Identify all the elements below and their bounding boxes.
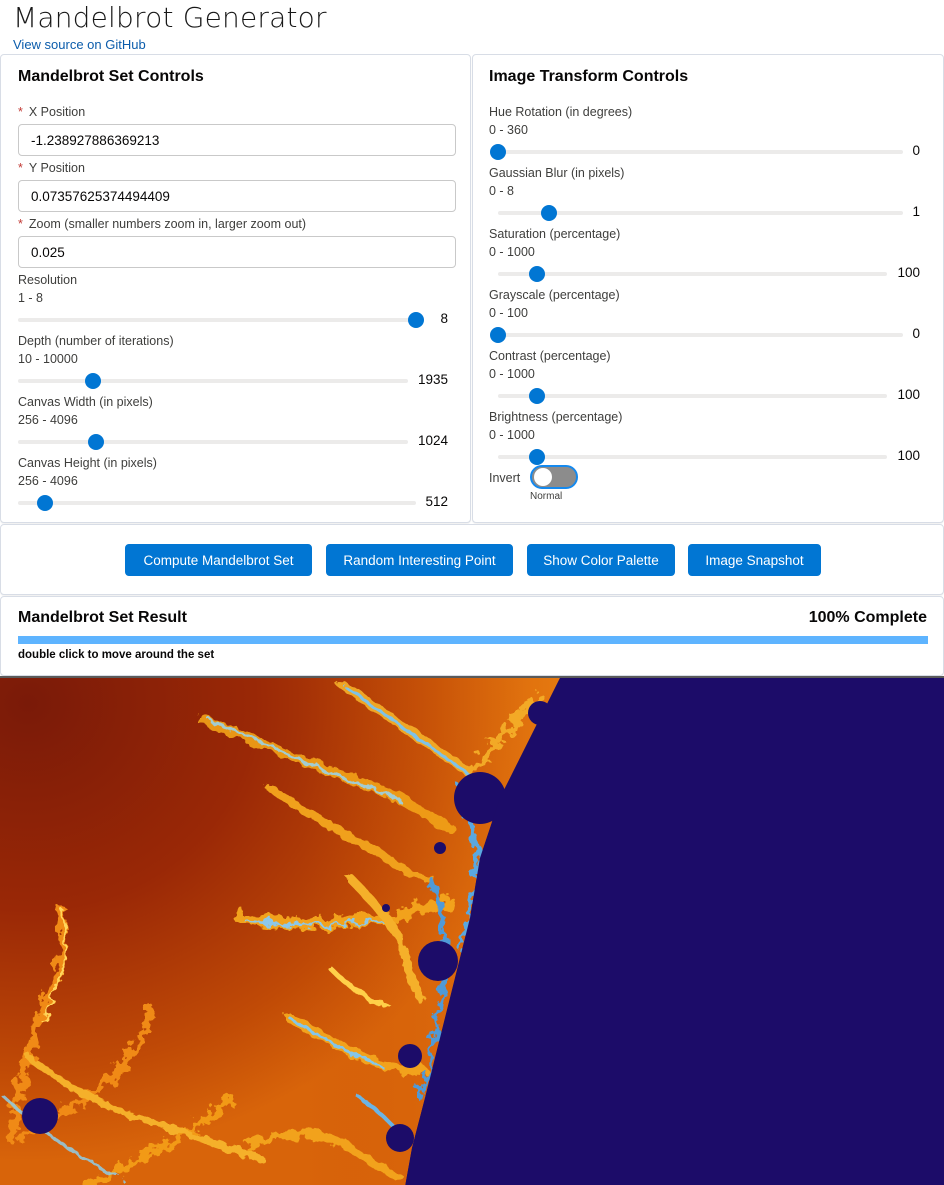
depth-slider-thumb[interactable] (85, 373, 102, 389)
zoom-label: * Zoom (smaller numbers zoom in, larger z… (18, 217, 307, 231)
contrast-range: 0 - 1000 (489, 367, 535, 381)
brightness-range: 0 - 1000 (489, 428, 535, 442)
canvas-width-value: 1024 (417, 433, 448, 448)
zoom-input[interactable] (18, 236, 456, 268)
contrast-value: 100 (897, 387, 920, 402)
actions-card: Compute Mandelbrot Set Random Interestin… (0, 524, 944, 595)
required-marker: * (18, 161, 23, 175)
grayscale-range: 0 - 100 (489, 306, 528, 320)
brightness-label: Brightness (percentage) (489, 410, 623, 424)
invert-label: Invert (489, 471, 521, 485)
card-title: Mandelbrot Set Controls (18, 68, 204, 85)
y-position-label: * Y Position (18, 161, 85, 175)
resolution-value: 8 (440, 311, 448, 326)
depth-value: 1935 (417, 372, 448, 387)
depth-slider[interactable] (18, 373, 408, 389)
progress-bar (18, 636, 928, 644)
progress-bar-fill (18, 636, 928, 644)
brightness-value: 100 (897, 448, 920, 463)
gaussian-blur-slider[interactable] (498, 205, 903, 221)
brightness-slider-thumb[interactable] (528, 449, 545, 465)
canvas-height-slider-thumb[interactable] (36, 495, 53, 511)
x-position-label: * X Position (18, 105, 86, 119)
random-point-button[interactable]: Random Interesting Point (326, 544, 513, 576)
result-title: Mandelbrot Set Result (18, 609, 187, 626)
saturation-label: Saturation (percentage) (489, 227, 621, 241)
saturation-value: 100 (897, 265, 920, 280)
hue-rotation-slider-thumb[interactable] (490, 144, 506, 160)
image-snapshot-button[interactable]: Image Snapshot (688, 544, 821, 576)
hue-rotation-slider[interactable] (490, 144, 903, 160)
hue-rotation-range: 0 - 360 (489, 123, 528, 137)
canvas-height-value: 512 (425, 494, 448, 509)
hue-rotation-value: 0 (912, 143, 920, 158)
card-title: Image Transform Controls (489, 68, 689, 85)
depth-label: Depth (number of iterations) (18, 334, 174, 348)
mandelbrot-set-controls-card: Mandelbrot Set Controls *X Position *Y P… (0, 54, 471, 523)
canvas-height-label: Canvas Height (in pixels) (18, 456, 157, 470)
contrast-slider[interactable] (498, 388, 887, 404)
app-title: Mandelbrot Generator (13, 1, 327, 34)
show-color-palette-button[interactable]: Show Color Palette (527, 544, 675, 576)
github-source-link[interactable]: View source on GitHub (13, 37, 146, 52)
canvas-width-slider[interactable] (18, 434, 408, 450)
resolution-range: 1 - 8 (18, 291, 44, 305)
canvas-height-range: 256 - 4096 (18, 474, 78, 488)
grayscale-slider-thumb[interactable] (490, 327, 506, 343)
contrast-label: Contrast (percentage) (489, 349, 611, 363)
contrast-slider-thumb[interactable] (528, 388, 545, 404)
progress-status: 100% Complete (808, 609, 927, 626)
x-position-input[interactable] (18, 124, 456, 156)
saturation-slider-thumb[interactable] (528, 266, 545, 282)
image-transform-controls-card: Image Transform Controls Hue Rotation (i… (472, 54, 944, 523)
gaussian-blur-value: 1 (912, 204, 920, 219)
grayscale-slider[interactable] (490, 327, 903, 343)
result-card: Mandelbrot Set Result 100% Complete doub… (0, 596, 944, 676)
gaussian-blur-slider-thumb[interactable] (540, 205, 557, 221)
brightness-slider[interactable] (498, 449, 887, 465)
gaussian-blur-label: Gaussian Blur (in pixels) (489, 166, 625, 180)
gaussian-blur-range: 0 - 8 (489, 184, 515, 198)
grayscale-label: Grayscale (percentage) (489, 288, 620, 302)
depth-range: 10 - 10000 (18, 352, 78, 366)
grayscale-value: 0 (912, 326, 920, 341)
canvas-width-label: Canvas Width (in pixels) (18, 395, 153, 409)
mandelbrot-canvas[interactable] (0, 676, 944, 1185)
resolution-slider[interactable] (18, 312, 424, 328)
invert-toggle[interactable] (530, 465, 578, 489)
invert-toggle-knob (534, 468, 552, 486)
saturation-slider[interactable] (498, 266, 887, 282)
hue-rotation-label: Hue Rotation (in degrees) (489, 105, 633, 119)
saturation-range: 0 - 1000 (489, 245, 535, 259)
mandelbrot-render (0, 678, 944, 1185)
canvas-width-slider-thumb[interactable] (88, 434, 104, 450)
canvas-height-slider[interactable] (18, 495, 416, 511)
required-marker: * (18, 217, 23, 231)
y-position-input[interactable] (18, 180, 456, 212)
invert-state: Normal (530, 491, 563, 502)
canvas-width-range: 256 - 4096 (18, 413, 78, 427)
resolution-label: Resolution (18, 273, 78, 287)
required-marker: * (18, 105, 23, 119)
move-hint: double click to move around the set (18, 649, 215, 661)
compute-mandelbrot-button[interactable]: Compute Mandelbrot Set (125, 544, 312, 576)
